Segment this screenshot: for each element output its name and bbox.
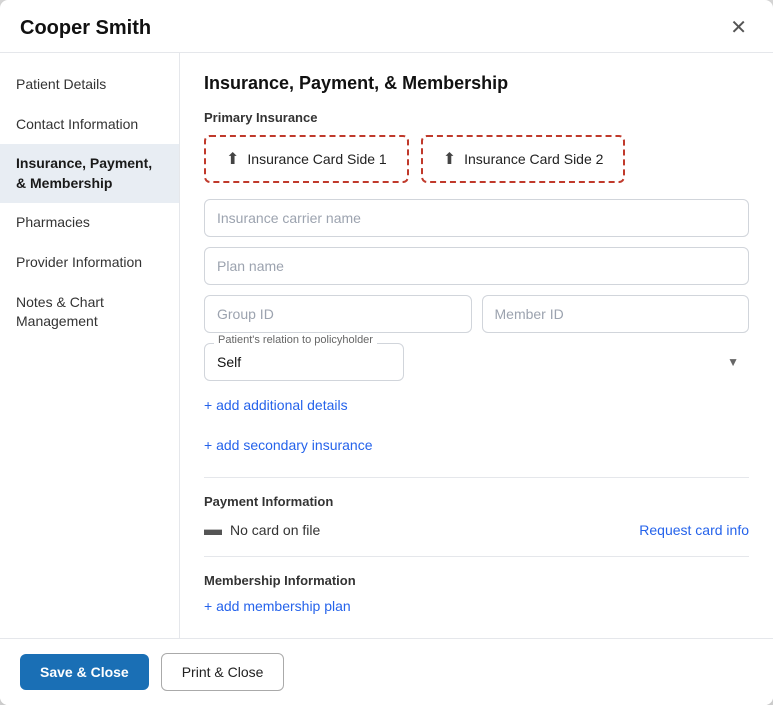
add-secondary-insurance-link[interactable]: + add secondary insurance xyxy=(204,437,373,453)
sidebar-item-contact-information[interactable]: Contact Information xyxy=(0,105,179,145)
insurance-carrier-input[interactable] xyxy=(204,199,749,237)
insurance-card-buttons: ⬆ Insurance Card Side 1 ⬆ Insurance Card… xyxy=(204,135,749,183)
upload-icon-2: ⬆ xyxy=(443,149,456,169)
insurance-card-side-1-button[interactable]: ⬆ Insurance Card Side 1 xyxy=(204,135,409,183)
relation-container: Patient's relation to policyholder Self … xyxy=(204,343,749,381)
insurance-card-side-2-button[interactable]: ⬆ Insurance Card Side 2 xyxy=(421,135,626,183)
card-side-1-label: Insurance Card Side 1 xyxy=(247,151,386,167)
payment-section: Payment Information ▬ No card on file Re… xyxy=(204,494,749,540)
main-content: Insurance, Payment, & Membership Primary… xyxy=(180,53,773,638)
modal-footer: Save & Close Print & Close xyxy=(0,638,773,705)
credit-card-icon: ▬ xyxy=(204,519,222,540)
sidebar-item-patient-details[interactable]: Patient Details xyxy=(0,65,179,105)
membership-section: Membership Information + add membership … xyxy=(204,573,749,622)
group-id-input[interactable] xyxy=(204,295,472,333)
request-card-info-link[interactable]: Request card info xyxy=(639,522,749,538)
payment-row: ▬ No card on file Request card info xyxy=(204,519,749,540)
modal-header: Cooper Smith ✕ xyxy=(0,0,773,53)
save-close-button[interactable]: Save & Close xyxy=(20,654,149,690)
add-membership-plan-link[interactable]: + add membership plan xyxy=(204,598,351,614)
plan-name-input[interactable] xyxy=(204,247,749,285)
primary-insurance-label: Primary Insurance xyxy=(204,110,749,125)
modal-title: Cooper Smith xyxy=(20,17,151,40)
no-card-label: No card on file xyxy=(230,522,320,538)
modal: Cooper Smith ✕ Patient Details Contact I… xyxy=(0,0,773,705)
membership-section-label: Membership Information xyxy=(204,573,749,588)
relation-label: Patient's relation to policyholder xyxy=(214,334,377,346)
print-close-button[interactable]: Print & Close xyxy=(161,653,285,691)
sidebar: Patient Details Contact Information Insu… xyxy=(0,53,180,638)
sidebar-item-notes-chart-management[interactable]: Notes & Chart Management xyxy=(0,283,179,342)
card-side-2-label: Insurance Card Side 2 xyxy=(464,151,603,167)
modal-body: Patient Details Contact Information Insu… xyxy=(0,53,773,638)
add-additional-details-link[interactable]: + add additional details xyxy=(204,397,348,413)
payment-section-label: Payment Information xyxy=(204,494,749,509)
no-card-row: ▬ No card on file xyxy=(204,519,320,540)
chevron-down-icon: ▼ xyxy=(727,355,739,369)
id-row xyxy=(204,295,749,333)
add-secondary-insurance-container: + add secondary insurance xyxy=(204,437,749,461)
sidebar-item-insurance-payment-membership[interactable]: Insurance, Payment, & Membership xyxy=(0,144,179,203)
upload-icon-1: ⬆ xyxy=(226,149,239,169)
relation-select[interactable]: Self Spouse Child Other xyxy=(204,343,404,381)
close-button[interactable]: ✕ xyxy=(724,16,753,40)
divider-2 xyxy=(204,556,749,557)
page-title: Insurance, Payment, & Membership xyxy=(204,73,749,94)
divider-1 xyxy=(204,477,749,478)
add-additional-details-container: + add additional details xyxy=(204,397,749,421)
sidebar-item-provider-information[interactable]: Provider Information xyxy=(0,243,179,283)
sidebar-item-pharmacies[interactable]: Pharmacies xyxy=(0,203,179,243)
member-id-input[interactable] xyxy=(482,295,750,333)
